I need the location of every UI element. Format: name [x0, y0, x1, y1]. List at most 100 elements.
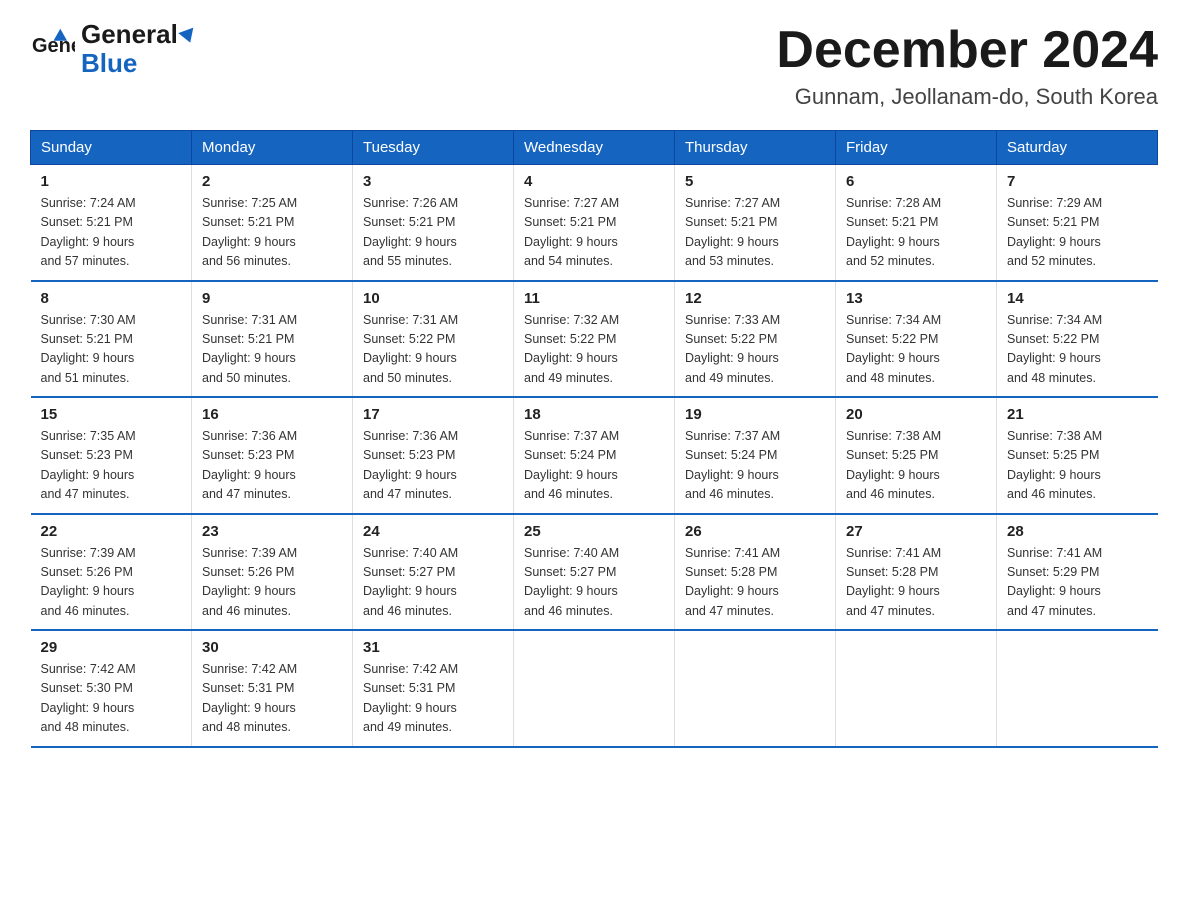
day-info: Sunrise: 7:32 AMSunset: 5:22 PMDaylight:… — [524, 311, 664, 389]
calendar-cell: 21 Sunrise: 7:38 AMSunset: 5:25 PMDayligh… — [997, 397, 1158, 514]
calendar-cell: 30 Sunrise: 7:42 AMSunset: 5:31 PMDayligh… — [192, 630, 353, 747]
day-number: 10 — [363, 290, 503, 307]
calendar-cell: 4Sunrise: 7:27 AMSunset: 5:21 PMDaylight… — [514, 165, 675, 281]
calendar-cell: 9 Sunrise: 7:31 AMSunset: 5:21 PMDaylight… — [192, 281, 353, 398]
day-info: Sunrise: 7:39 AMSunset: 5:26 PMDaylight:… — [202, 544, 342, 622]
day-info: Sunrise: 7:31 AMSunset: 5:22 PMDaylight:… — [363, 311, 503, 389]
day-info: Sunrise: 7:36 AMSunset: 5:23 PMDaylight:… — [202, 427, 342, 505]
day-number: 12 — [685, 290, 825, 307]
day-number: 20 — [846, 406, 986, 423]
day-info: Sunrise: 7:27 AMSunset: 5:21 PMDaylight:… — [524, 194, 664, 272]
day-info: Sunrise: 7:42 AMSunset: 5:30 PMDaylight:… — [41, 660, 182, 738]
calendar-week-row: 8 Sunrise: 7:30 AMSunset: 5:21 PMDaylight… — [31, 281, 1158, 398]
day-info: Sunrise: 7:27 AMSunset: 5:21 PMDaylight:… — [685, 194, 825, 272]
month-title: December 2024 — [776, 20, 1158, 80]
day-number: 19 — [685, 406, 825, 423]
logo: General General Blue — [30, 20, 196, 77]
day-info: Sunrise: 7:34 AMSunset: 5:22 PMDaylight:… — [846, 311, 986, 389]
calendar-cell: 2 Sunrise: 7:25 AMSunset: 5:21 PMDaylight… — [192, 165, 353, 281]
day-number: 15 — [41, 406, 182, 423]
calendar-cell: 27Sunrise: 7:41 AMSunset: 5:28 PMDayligh… — [836, 514, 997, 631]
day-info: Sunrise: 7:38 AMSunset: 5:25 PMDaylight:… — [1007, 427, 1148, 505]
calendar-cell: 5 Sunrise: 7:27 AMSunset: 5:21 PMDaylight… — [675, 165, 836, 281]
calendar-cell: 7Sunrise: 7:29 AMSunset: 5:21 PMDaylight… — [997, 165, 1158, 281]
day-number: 18 — [524, 406, 664, 423]
day-number: 24 — [363, 523, 503, 540]
day-number: 7 — [1007, 173, 1148, 190]
day-number: 22 — [41, 523, 182, 540]
calendar-cell: 10 Sunrise: 7:31 AMSunset: 5:22 PMDayligh… — [353, 281, 514, 398]
day-number: 5 — [685, 173, 825, 190]
weekday-header-row: SundayMondayTuesdayWednesdayThursdayFrid… — [31, 131, 1158, 165]
calendar-week-row: 22 Sunrise: 7:39 AMSunset: 5:26 PMDayligh… — [31, 514, 1158, 631]
day-info: Sunrise: 7:37 AMSunset: 5:24 PMDaylight:… — [524, 427, 664, 505]
day-number: 21 — [1007, 406, 1148, 423]
day-info: Sunrise: 7:33 AMSunset: 5:22 PMDaylight:… — [685, 311, 825, 389]
day-info: Sunrise: 7:30 AMSunset: 5:21 PMDaylight:… — [41, 311, 182, 389]
day-number: 9 — [202, 290, 342, 307]
calendar-cell: 20 Sunrise: 7:38 AMSunset: 5:25 PMDayligh… — [836, 397, 997, 514]
calendar-cell — [514, 630, 675, 747]
calendar-cell: 6Sunrise: 7:28 AMSunset: 5:21 PMDaylight… — [836, 165, 997, 281]
calendar-cell: 12 Sunrise: 7:33 AMSunset: 5:22 PMDayligh… — [675, 281, 836, 398]
day-info: Sunrise: 7:26 AMSunset: 5:21 PMDaylight:… — [363, 194, 503, 272]
day-info: Sunrise: 7:42 AMSunset: 5:31 PMDaylight:… — [363, 660, 503, 738]
weekday-header-monday: Monday — [192, 131, 353, 165]
day-info: Sunrise: 7:41 AMSunset: 5:28 PMDaylight:… — [685, 544, 825, 622]
day-number: 31 — [363, 639, 503, 656]
day-info: Sunrise: 7:36 AMSunset: 5:23 PMDaylight:… — [363, 427, 503, 505]
page-header: General General Blue December 2024 Gunna… — [30, 20, 1158, 110]
calendar-week-row: 29 Sunrise: 7:42 AMSunset: 5:30 PMDayligh… — [31, 630, 1158, 747]
calendar-cell: 31 Sunrise: 7:42 AMSunset: 5:31 PMDayligh… — [353, 630, 514, 747]
weekday-header-tuesday: Tuesday — [353, 131, 514, 165]
calendar-cell: 19 Sunrise: 7:37 AMSunset: 5:24 PMDayligh… — [675, 397, 836, 514]
day-info: Sunrise: 7:42 AMSunset: 5:31 PMDaylight:… — [202, 660, 342, 738]
calendar-cell: 13 Sunrise: 7:34 AMSunset: 5:22 PMDayligh… — [836, 281, 997, 398]
calendar-cell: 24Sunrise: 7:40 AMSunset: 5:27 PMDayligh… — [353, 514, 514, 631]
day-info: Sunrise: 7:41 AMSunset: 5:29 PMDaylight:… — [1007, 544, 1148, 622]
day-info: Sunrise: 7:31 AMSunset: 5:21 PMDaylight:… — [202, 311, 342, 389]
day-info: Sunrise: 7:38 AMSunset: 5:25 PMDaylight:… — [846, 427, 986, 505]
calendar-week-row: 1Sunrise: 7:24 AMSunset: 5:21 PMDaylight… — [31, 165, 1158, 281]
calendar-cell — [675, 630, 836, 747]
calendar-cell — [997, 630, 1158, 747]
day-number: 28 — [1007, 523, 1148, 540]
day-number: 2 — [202, 173, 342, 190]
day-number: 30 — [202, 639, 342, 656]
calendar-cell: 3Sunrise: 7:26 AMSunset: 5:21 PMDaylight… — [353, 165, 514, 281]
day-info: Sunrise: 7:25 AMSunset: 5:21 PMDaylight:… — [202, 194, 342, 272]
location-title: Gunnam, Jeollanam-do, South Korea — [776, 84, 1158, 110]
calendar-week-row: 15 Sunrise: 7:35 AMSunset: 5:23 PMDayligh… — [31, 397, 1158, 514]
weekday-header-wednesday: Wednesday — [514, 131, 675, 165]
calendar-cell: 29 Sunrise: 7:42 AMSunset: 5:30 PMDayligh… — [31, 630, 192, 747]
day-info: Sunrise: 7:28 AMSunset: 5:21 PMDaylight:… — [846, 194, 986, 272]
calendar-cell: 16 Sunrise: 7:36 AMSunset: 5:23 PMDayligh… — [192, 397, 353, 514]
day-number: 17 — [363, 406, 503, 423]
day-number: 16 — [202, 406, 342, 423]
day-number: 23 — [202, 523, 342, 540]
weekday-header-sunday: Sunday — [31, 131, 192, 165]
calendar-cell — [836, 630, 997, 747]
day-info: Sunrise: 7:40 AMSunset: 5:27 PMDaylight:… — [524, 544, 664, 622]
day-number: 29 — [41, 639, 182, 656]
calendar-cell: 23 Sunrise: 7:39 AMSunset: 5:26 PMDayligh… — [192, 514, 353, 631]
calendar-cell: 22Sunrise: 7:39 AMSunset: 5:26 PMDayligh… — [31, 514, 192, 631]
logo-area: General General Blue — [30, 20, 196, 77]
calendar-cell: 11Sunrise: 7:32 AMSunset: 5:22 PMDayligh… — [514, 281, 675, 398]
calendar-cell: 28 Sunrise: 7:41 AMSunset: 5:29 PMDayligh… — [997, 514, 1158, 631]
day-info: Sunrise: 7:34 AMSunset: 5:22 PMDaylight:… — [1007, 311, 1148, 389]
logo-general-text: General — [81, 20, 196, 49]
day-number: 13 — [846, 290, 986, 307]
calendar-cell: 14 Sunrise: 7:34 AMSunset: 5:22 PMDayligh… — [997, 281, 1158, 398]
calendar-cell: 26Sunrise: 7:41 AMSunset: 5:28 PMDayligh… — [675, 514, 836, 631]
calendar-cell: 15 Sunrise: 7:35 AMSunset: 5:23 PMDayligh… — [31, 397, 192, 514]
day-number: 8 — [41, 290, 182, 307]
day-info: Sunrise: 7:37 AMSunset: 5:24 PMDaylight:… — [685, 427, 825, 505]
day-info: Sunrise: 7:35 AMSunset: 5:23 PMDaylight:… — [41, 427, 182, 505]
day-number: 14 — [1007, 290, 1148, 307]
day-number: 27 — [846, 523, 986, 540]
calendar-cell: 25Sunrise: 7:40 AMSunset: 5:27 PMDayligh… — [514, 514, 675, 631]
title-area: December 2024 Gunnam, Jeollanam-do, Sout… — [776, 20, 1158, 110]
calendar-table: SundayMondayTuesdayWednesdayThursdayFrid… — [30, 130, 1158, 748]
calendar-cell: 8 Sunrise: 7:30 AMSunset: 5:21 PMDaylight… — [31, 281, 192, 398]
